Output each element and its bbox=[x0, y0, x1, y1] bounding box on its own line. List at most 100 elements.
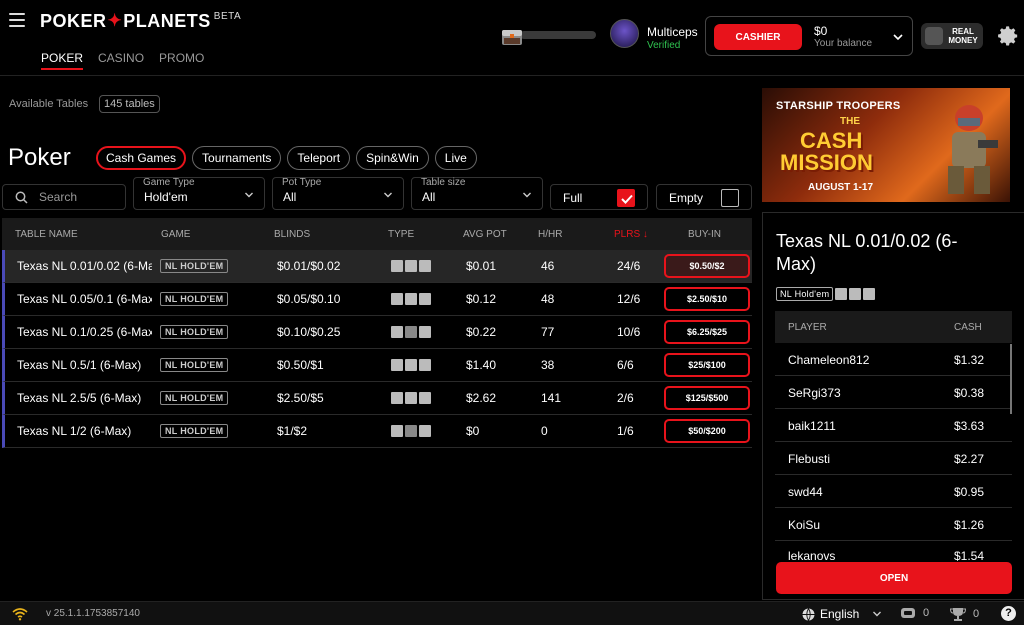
reward-progress-bar bbox=[520, 31, 596, 39]
logo[interactable]: POKER ✦ PLANETS BETA bbox=[40, 11, 241, 32]
col-players-sorted[interactable]: PLRS ↓ bbox=[614, 229, 648, 240]
buy-in-button[interactable]: $50/$200 bbox=[664, 419, 750, 443]
trophy-counter[interactable]: 0 bbox=[950, 607, 979, 621]
type-icons bbox=[391, 326, 431, 338]
open-table-button[interactable]: OPEN bbox=[776, 562, 1012, 594]
col-avg-pot[interactable]: AVG POT bbox=[463, 229, 507, 240]
help-icon[interactable]: ? bbox=[1001, 606, 1016, 621]
cards-icon bbox=[405, 326, 417, 338]
col-cash: CASH bbox=[954, 322, 982, 333]
table-size-select[interactable]: Table size All bbox=[411, 177, 543, 210]
players-table: PLAYER CASH Chameleon812 $1.32 SeRgi373 $0… bbox=[775, 311, 1012, 561]
banner-subtitle: STARSHIP TROOPERS bbox=[776, 100, 901, 112]
col-blinds[interactable]: BLINDS bbox=[274, 229, 310, 240]
nav-casino[interactable]: CASINO bbox=[98, 51, 144, 70]
hamburger-menu-icon[interactable] bbox=[9, 13, 25, 27]
nav-poker[interactable]: POKER bbox=[41, 51, 84, 70]
available-tables-label: Available Tables bbox=[9, 98, 89, 110]
table-size-icon bbox=[391, 293, 403, 305]
table-name: Texas NL 0.5/1 (6-Max) bbox=[17, 358, 142, 372]
table-row[interactable]: Texas NL 0.05/0.1 (6-Max) NL HOLD'EM $0.… bbox=[2, 283, 752, 316]
players: 24/6 bbox=[617, 259, 641, 273]
player-cash: $1.54 bbox=[954, 549, 985, 561]
buy-in-button[interactable]: $2.50/$10 bbox=[664, 287, 750, 311]
tab-live[interactable]: Live bbox=[434, 146, 477, 170]
pot-type-select[interactable]: Pot Type All bbox=[272, 177, 404, 210]
top-bar: POKER ✦ PLANETS BETA POKER CASINO PROMO … bbox=[0, 0, 1024, 76]
type-icons bbox=[391, 425, 431, 437]
tab-tournaments[interactable]: Tournaments bbox=[192, 146, 282, 170]
gear-icon[interactable] bbox=[997, 25, 1019, 47]
search-box[interactable] bbox=[2, 184, 126, 210]
globe-icon bbox=[802, 607, 815, 621]
table-size-icon bbox=[391, 392, 403, 404]
buy-in-button[interactable]: $6.25/$25 bbox=[664, 320, 750, 344]
player-row: lekanovs $1.54 bbox=[775, 541, 1012, 561]
game-type-select[interactable]: Game Type Hold'em bbox=[133, 177, 265, 210]
avg-pot: $0.22 bbox=[466, 325, 497, 339]
table-row[interactable]: Texas NL 0.5/1 (6-Max) NL HOLD'EM $0.50/… bbox=[2, 349, 752, 382]
real-money-label: REAL MONEY bbox=[948, 27, 978, 45]
main-nav: POKER CASINO PROMO bbox=[41, 51, 204, 70]
logo-text-left: POKER bbox=[40, 11, 107, 31]
col-buy-in[interactable]: BUY-IN bbox=[688, 229, 721, 240]
player-name: KoiSu bbox=[788, 518, 821, 532]
type-icons bbox=[391, 359, 431, 371]
full-checkbox[interactable] bbox=[617, 189, 635, 207]
banner-date: AUGUST 1-17 bbox=[808, 182, 874, 193]
search-input[interactable] bbox=[39, 189, 119, 205]
pot-type-label: Pot Type bbox=[282, 177, 322, 188]
real-money-toggle[interactable]: REAL MONEY bbox=[921, 23, 983, 49]
full-filter[interactable]: Full bbox=[550, 184, 648, 210]
cashier-button[interactable]: CASHIER bbox=[714, 24, 802, 50]
user-avatar[interactable] bbox=[610, 19, 639, 48]
treasure-chest-icon[interactable] bbox=[500, 24, 524, 48]
tab-cash-games[interactable]: Cash Games bbox=[96, 146, 187, 170]
tables-count-badge: 145 tables bbox=[99, 95, 160, 113]
game-badge: NL HOLD'EM bbox=[160, 424, 229, 438]
table-row[interactable]: Texas NL 2.5/5 (6-Max) NL HOLD'EM $2.50/… bbox=[2, 382, 752, 415]
beta-label: BETA bbox=[213, 11, 242, 22]
col-type[interactable]: TYPE bbox=[388, 229, 414, 240]
game-badge: NL HOLD'EM bbox=[160, 391, 229, 405]
search-icon bbox=[15, 191, 28, 204]
chevron-down-icon[interactable] bbox=[892, 31, 904, 43]
player-row: KoiSu $1.26 bbox=[775, 508, 1012, 541]
col-hands-per-hour[interactable]: H/HR bbox=[538, 229, 562, 240]
promo-banner[interactable]: STARSHIP TROOPERS THE CASH MISSION AUGUS… bbox=[762, 88, 1010, 202]
game-badge: NL HOLD'EM bbox=[160, 292, 229, 306]
table-header: TABLE NAME GAME BLINDS TYPE AVG POT H/HR… bbox=[2, 218, 752, 250]
game-type-label: Game Type bbox=[143, 177, 195, 188]
buy-in-button[interactable]: $0.50/$2 bbox=[664, 254, 750, 278]
nav-promo[interactable]: PROMO bbox=[159, 51, 204, 70]
tab-spin-win[interactable]: Spin&Win bbox=[356, 146, 429, 170]
table-row[interactable]: Texas NL 0.1/0.25 (6-Max) NL HOLD'EM $0.… bbox=[2, 316, 752, 349]
players-scrollbar[interactable] bbox=[1010, 344, 1012, 414]
buy-in-button[interactable]: $25/$100 bbox=[664, 353, 750, 377]
avg-pot: $2.62 bbox=[466, 391, 497, 405]
table-size-icon bbox=[391, 425, 403, 437]
empty-checkbox[interactable] bbox=[721, 189, 739, 207]
tab-teleport[interactable]: Teleport bbox=[287, 146, 351, 170]
language-selector[interactable]: English bbox=[802, 607, 882, 621]
trooper-illustration-icon bbox=[948, 105, 998, 194]
speed-icon bbox=[419, 425, 431, 437]
user-name[interactable]: Multiceps bbox=[647, 25, 698, 39]
tickets-counter[interactable]: 0 bbox=[900, 607, 929, 619]
buy-in-button[interactable]: $125/$500 bbox=[664, 386, 750, 410]
col-game[interactable]: GAME bbox=[161, 229, 190, 240]
avg-pot: $0 bbox=[466, 424, 480, 438]
players-header: PLAYER CASH bbox=[775, 311, 1012, 343]
game-type-tabs: Cash Games Tournaments Teleport Spin&Win… bbox=[96, 146, 477, 170]
balance-widget[interactable]: CASHIER $0 Your balance bbox=[705, 16, 913, 56]
full-label: Full bbox=[563, 191, 583, 205]
players: 12/6 bbox=[617, 292, 641, 306]
table-row[interactable]: Texas NL 1/2 (6-Max) NL HOLD'EM $1/$2 $0… bbox=[2, 415, 752, 448]
col-table-name[interactable]: TABLE NAME bbox=[15, 229, 150, 240]
detail-badges: NL Hold'em bbox=[776, 287, 876, 301]
table-size-label: Table size bbox=[421, 177, 466, 188]
table-row[interactable]: Texas NL 0.01/0.02 (6-Max) NL HOLD'EM $0… bbox=[2, 250, 752, 283]
empty-filter[interactable]: Empty bbox=[656, 184, 752, 210]
detail-title: Texas NL 0.01/0.02 (6-Max) bbox=[776, 231, 958, 274]
table-name: Texas NL 0.05/0.1 (6-Max) bbox=[17, 292, 152, 306]
